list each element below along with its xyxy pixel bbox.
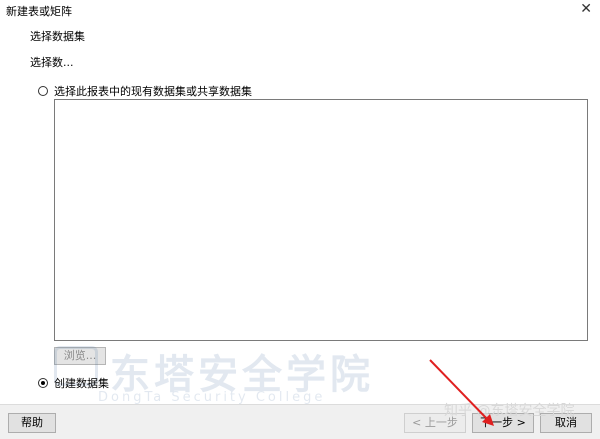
create-dataset-label: 创建数据集 [54, 377, 109, 390]
window-title: 新建表或矩阵 [6, 5, 72, 18]
create-dataset-option[interactable]: 创建数据集 [38, 375, 109, 391]
watermark-logo: 东塔安全学院 DongTa Security College [54, 346, 434, 405]
annotation-arrow-icon [429, 359, 494, 426]
help-button[interactable]: 帮助 [8, 413, 56, 433]
create-dataset-radio[interactable] [38, 378, 48, 388]
sub-title: 选择数... [30, 56, 74, 69]
existing-dataset-option[interactable]: 选择此报表中的现有数据集或共享数据集 [38, 83, 252, 99]
title-bar: 新建表或矩阵 ✕ [0, 0, 600, 20]
dialog-window: 新建表或矩阵 ✕ 选择数据集 选择数... 选择此报表中的现有数据集或共享数据集… [0, 0, 600, 439]
close-icon[interactable]: ✕ [580, 1, 592, 17]
watermark-text-cn: 东塔安全学院 [110, 352, 374, 398]
dataset-list[interactable] [54, 99, 588, 341]
browse-button[interactable]: 浏览... [54, 347, 106, 365]
section-title: 选择数据集 [30, 30, 85, 43]
existing-dataset-label: 选择此报表中的现有数据集或共享数据集 [54, 85, 252, 98]
existing-dataset-radio[interactable] [38, 86, 48, 96]
watermark-text-en: DongTa Security College [98, 390, 326, 405]
